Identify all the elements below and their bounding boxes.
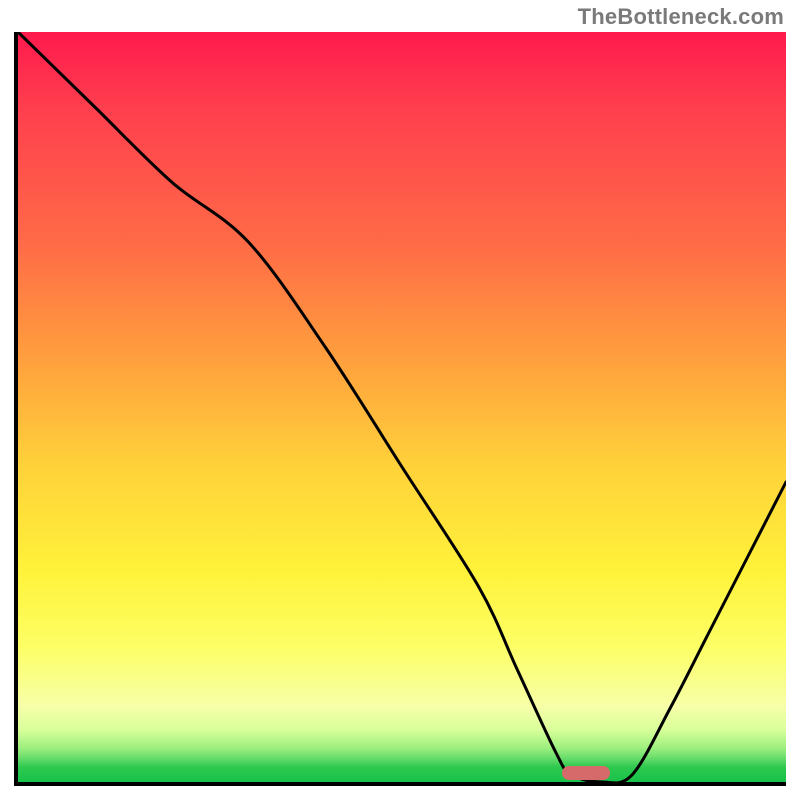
plot-area: [14, 32, 786, 786]
chart-container: TheBottleneck.com: [0, 0, 800, 800]
bottleneck-curve: [18, 32, 786, 782]
minimum-marker: [562, 766, 610, 780]
watermark-label: TheBottleneck.com: [578, 4, 784, 30]
